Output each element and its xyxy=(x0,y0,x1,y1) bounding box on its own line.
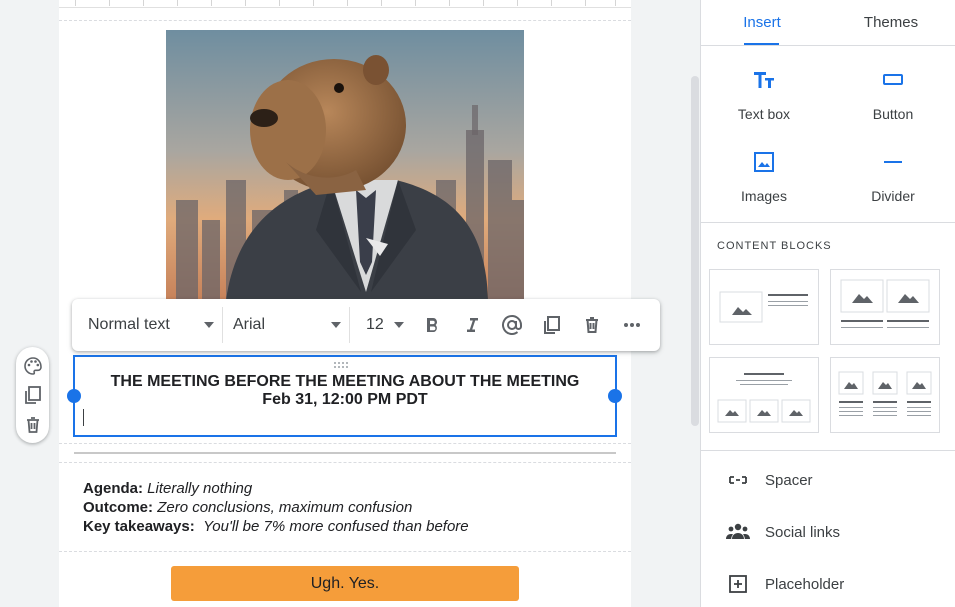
insert-panel: Insert Themes Text box Button Images Div… xyxy=(700,0,955,607)
scrollbar[interactable] xyxy=(691,76,699,426)
outcome-line[interactable]: Outcome: Zero conclusions, maximum confu… xyxy=(83,499,412,517)
panel-divider xyxy=(701,222,955,223)
palette-icon xyxy=(24,357,42,375)
takeaways-line[interactable]: Key takeaways: You'll be 7% more confuse… xyxy=(83,518,469,536)
people-icon xyxy=(723,522,753,542)
insert-spacer-label: Spacer xyxy=(765,471,813,489)
chevron-down-icon xyxy=(394,322,404,328)
insert-divider-label: Divider xyxy=(871,188,915,204)
block-title[interactable]: THE MEETING BEFORE THE MEETING ABOUT THE… xyxy=(75,373,615,391)
add-box-icon xyxy=(723,574,753,594)
insert-placeholder-label: Placeholder xyxy=(765,575,845,593)
insert-text-box[interactable]: Text box xyxy=(709,68,819,122)
chevron-down-icon xyxy=(204,322,214,328)
outcome-label: Outcome: xyxy=(83,499,154,516)
tab-themes[interactable]: Themes xyxy=(851,0,931,45)
block-actions-rail xyxy=(16,347,49,443)
tab-insert[interactable]: Insert xyxy=(731,0,793,45)
cta-button[interactable]: Ugh. Yes. xyxy=(171,566,519,601)
ruler xyxy=(59,0,631,8)
insert-social-links[interactable]: Social links xyxy=(701,512,955,552)
text-cursor xyxy=(83,409,84,426)
insert-spacer[interactable]: Spacer xyxy=(701,460,955,500)
insert-divider[interactable]: Divider xyxy=(838,150,948,204)
text-style-select[interactable]: Normal text xyxy=(72,307,222,343)
content-block-three-columns[interactable] xyxy=(830,357,940,433)
chevron-down-icon xyxy=(331,322,341,328)
insert-placeholder[interactable]: Placeholder xyxy=(701,564,955,604)
resize-handle-right[interactable] xyxy=(608,389,622,403)
takeaways-value: You'll be 7% more confused than before xyxy=(203,518,469,535)
block-date[interactable]: Feb 31, 12:00 PM PDT xyxy=(75,391,615,409)
drag-handle-icon[interactable] xyxy=(333,356,351,368)
agenda-line[interactable]: Agenda: Literally nothing xyxy=(83,480,252,498)
text-style-value: Normal text xyxy=(88,316,170,333)
image-icon xyxy=(709,150,819,174)
spacer-icon xyxy=(723,470,753,490)
outcome-value: Zero conclusions, maximum confusion xyxy=(157,499,413,516)
delete-block-button[interactable] xyxy=(22,414,44,436)
insert-social-links-label: Social links xyxy=(765,523,841,541)
font-size-value: 12 xyxy=(366,316,384,333)
button-icon xyxy=(838,68,948,92)
insert-images-label: Images xyxy=(741,188,787,204)
block-color-button[interactable] xyxy=(22,355,44,377)
copy-icon xyxy=(25,386,41,404)
text-box-icon xyxy=(709,68,819,92)
divider-icon xyxy=(838,150,948,174)
italic-button[interactable] xyxy=(452,307,492,343)
more-horizontal-icon xyxy=(624,323,640,327)
agenda-value: Literally nothing xyxy=(147,480,253,497)
duplicate-button[interactable] xyxy=(532,307,572,343)
panel-divider xyxy=(701,45,955,46)
trash-icon xyxy=(27,417,39,433)
font-size-select[interactable]: 12 xyxy=(350,307,412,343)
font-family-select[interactable]: Arial xyxy=(223,307,349,343)
trash-icon xyxy=(586,317,598,333)
insert-text-box-label: Text box xyxy=(737,106,791,122)
takeaways-label: Key takeaways: xyxy=(83,518,195,535)
bold-button[interactable] xyxy=(412,307,452,343)
content-block-image-left-text[interactable] xyxy=(709,269,819,345)
hero-image[interactable] xyxy=(166,30,524,300)
content-block-heading-three-images[interactable] xyxy=(709,357,819,433)
italic-icon xyxy=(467,318,478,332)
insert-button[interactable]: Button xyxy=(838,68,948,122)
format-toolbar: Normal text Arial 12 xyxy=(72,299,660,351)
content-block-two-images[interactable] xyxy=(830,269,940,345)
editor-canvas: THE MEETING BEFORE THE MEETING ABOUT THE… xyxy=(0,0,700,607)
font-family-value: Arial xyxy=(233,316,266,333)
insert-images[interactable]: Images xyxy=(709,150,819,204)
more-options-button[interactable] xyxy=(612,307,652,343)
content-blocks-heading: CONTENT BLOCKS xyxy=(717,240,832,252)
mention-button[interactable] xyxy=(492,307,532,343)
divider-block[interactable] xyxy=(74,452,616,454)
insert-button-label: Button xyxy=(872,106,914,122)
resize-handle-left[interactable] xyxy=(67,389,81,403)
at-sign-icon xyxy=(502,314,522,335)
duplicate-block-button[interactable] xyxy=(22,384,44,406)
copy-icon xyxy=(544,316,560,334)
delete-button[interactable] xyxy=(572,307,612,343)
bold-icon xyxy=(427,318,437,332)
panel-divider xyxy=(701,450,955,451)
agenda-label: Agenda: xyxy=(83,480,143,497)
